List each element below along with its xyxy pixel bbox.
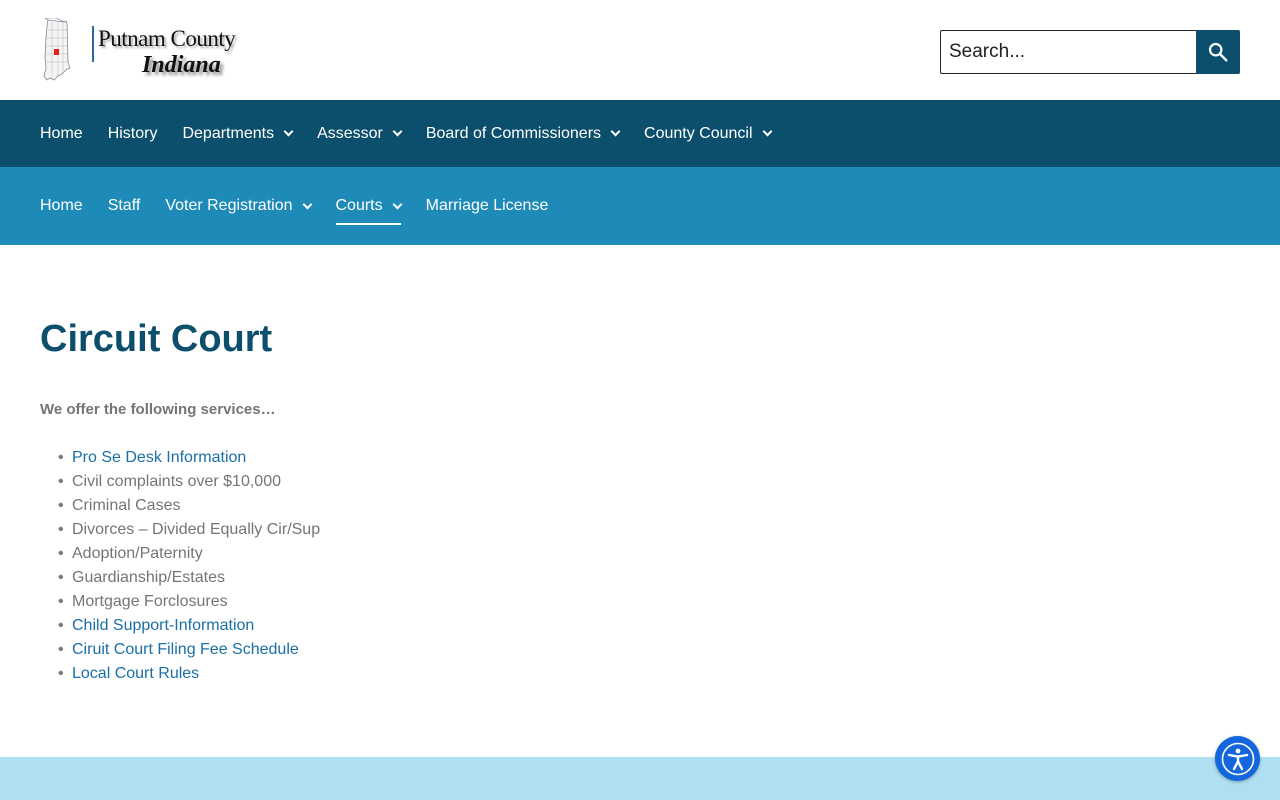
chevron-down-icon [283,126,294,137]
subnav-label: Staff [107,197,141,214]
subnav-courts[interactable]: Courts [335,191,403,225]
list-item: Adoption/Paternity [58,542,1280,566]
subnav-label: Voter Registration [165,197,293,214]
chevron-down-icon [762,126,772,137]
list-item: Divorces – Divided Equally Cir/Sup [58,518,1280,542]
nav-history[interactable]: History [108,125,158,143]
logo-divider [92,26,94,62]
list-item: Ciruit Court Filing Fee Schedule [58,638,1280,662]
subnav-label: Courts [335,197,383,214]
page-title: Circuit Court [40,318,273,360]
accessibility-icon [1221,742,1254,775]
nav-county-council[interactable]: County Council [644,124,772,143]
search-form [940,30,1240,74]
search-icon [1208,42,1228,62]
nav-departments[interactable]: Departments [182,124,294,143]
list-item: Child Support-Information [58,614,1280,638]
site-header: Putnam County Indiana [0,0,1280,100]
nav-home[interactable]: Home [40,125,83,143]
services-intro: We offer the following services… [40,401,276,418]
logo-county-name: Putnam County [98,26,236,51]
nav-label: Departments [182,124,275,142]
footer-band [0,757,1280,800]
list-item: Mortgage Forclosures [58,590,1280,614]
nav-assessor[interactable]: Assessor [317,124,403,143]
list-item: Guardianship/Estates [58,566,1280,590]
chevron-down-icon [610,126,621,137]
nav-label: Assessor [317,124,383,142]
local-court-rules-link[interactable]: Local Court Rules [72,665,199,682]
filing-fee-schedule-link[interactable]: Ciruit Court Filing Fee Schedule [72,641,299,658]
main-content: Circuit Court We offer the following ser… [0,317,1280,686]
subnav-staff[interactable]: Staff [108,191,141,221]
search-input[interactable] [940,30,1196,74]
subnav-voter-registration[interactable]: Voter Registration [165,191,312,221]
list-item: Civil complaints over $10,000 [58,470,1280,494]
nav-label: History [107,124,158,142]
subnav-home[interactable]: Home [40,191,83,221]
list-item: Pro Se Desk Information [58,446,1280,470]
chevron-down-icon [302,199,312,209]
site-logo[interactable]: Putnam County Indiana [42,16,236,84]
subnav-label: Home [40,197,83,214]
logo-state-name: Indiana [142,52,221,78]
list-item: Criminal Cases [58,494,1280,518]
indiana-map-icon [43,18,71,81]
accessibility-button[interactable] [1215,736,1260,781]
primary-nav: Home History Departments Assessor Board … [0,100,1280,167]
nav-label: County Council [644,124,753,142]
services-list: Pro Se Desk Information Civil complaints… [40,446,1280,686]
subnav-label: Marriage License [425,197,549,214]
secondary-nav: Home Staff Voter Registration Courts Mar… [0,167,1280,245]
subnav-marriage-license[interactable]: Marriage License [426,191,549,221]
child-support-link[interactable]: Child Support-Information [72,617,254,634]
nav-board-of-commissioners[interactable]: Board of Commissioners [425,124,621,143]
chevron-down-icon [392,126,403,137]
nav-label: Board of Commissioners [425,124,602,142]
nav-label: Home [40,124,83,142]
chevron-down-icon [392,199,403,209]
list-item: Local Court Rules [58,662,1280,686]
search-button[interactable] [1196,30,1240,74]
pro-se-desk-link[interactable]: Pro Se Desk Information [72,449,246,466]
